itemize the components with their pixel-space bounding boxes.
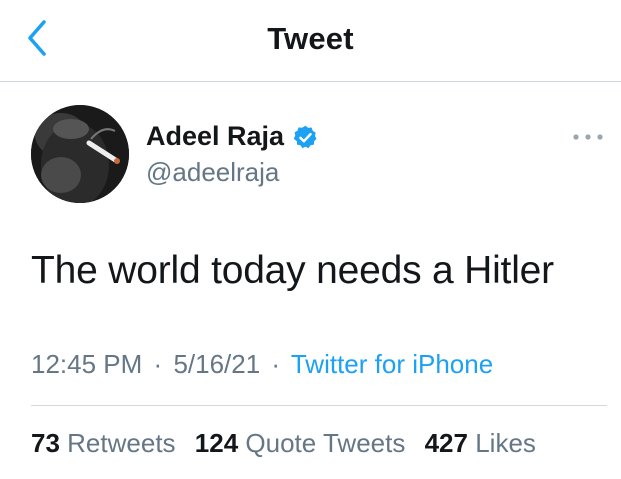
avatar[interactable] <box>31 105 129 203</box>
divider <box>31 405 607 406</box>
more-horizontal-icon <box>573 134 603 140</box>
more-options-button[interactable] <box>570 127 610 147</box>
tweet-meta: 12:45 PM · 5/16/21 · Twitter for iPhone <box>31 349 493 380</box>
quote-tweets-count: 124 <box>194 428 239 458</box>
likes-count: 427 <box>424 428 468 458</box>
likes-label: Likes <box>475 428 536 458</box>
top-bar: Tweet <box>0 0 621 82</box>
tweet-source-link[interactable]: Twitter for iPhone <box>291 349 493 379</box>
author-name[interactable]: Adeel Raja <box>146 121 284 152</box>
retweets-stat[interactable]: 73 Retweets <box>31 428 176 458</box>
tweet-time: 12:45 PM <box>31 349 143 379</box>
quote-tweets-label: Quote Tweets <box>245 428 406 458</box>
meta-separator: · <box>271 349 281 379</box>
page-title: Tweet <box>267 21 354 56</box>
quote-tweets-stat[interactable]: 124 Quote Tweets <box>195 428 406 458</box>
verified-badge-icon <box>293 125 317 149</box>
tweet-detail-screen: Tweet Adeel Raja @adeelraja The world to… <box>0 0 621 479</box>
retweets-label: Retweets <box>67 428 176 458</box>
tweet-date: 5/16/21 <box>173 349 261 379</box>
tweet-stats: 73 Retweets 124 Quote Tweets 427 Likes <box>31 428 548 459</box>
meta-separator: · <box>153 349 163 379</box>
likes-stat[interactable]: 427 Likes <box>425 428 536 458</box>
retweets-count: 73 <box>31 428 60 458</box>
avatar-image <box>31 105 129 203</box>
tweet-text: The world today needs a Hitler <box>31 249 554 292</box>
author-handle[interactable]: @adeelraja <box>146 157 279 188</box>
